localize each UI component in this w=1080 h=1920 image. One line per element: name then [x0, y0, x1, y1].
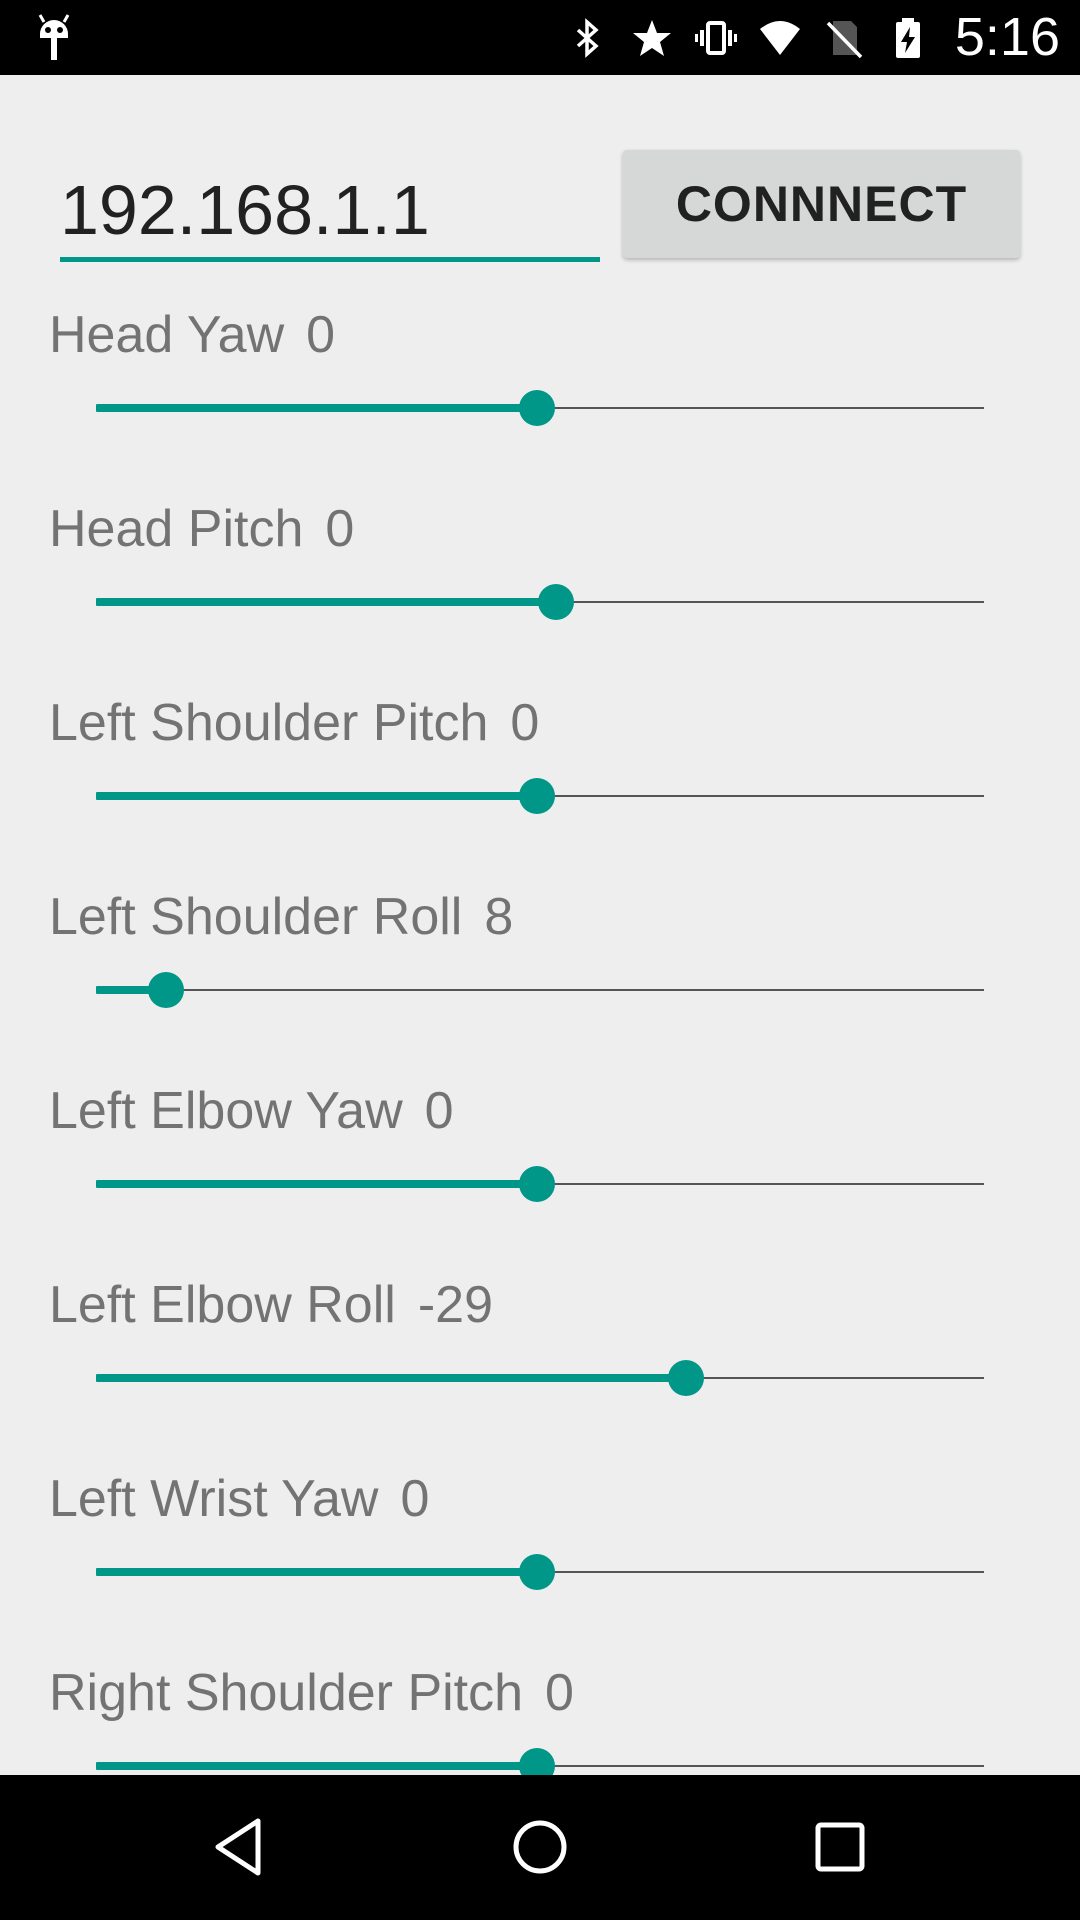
- no-sim-icon: [826, 20, 863, 58]
- home-icon[interactable]: [500, 1807, 580, 1887]
- slider-thumb[interactable]: [148, 972, 184, 1008]
- slider-thumb[interactable]: [519, 390, 555, 426]
- joint-label: Head Pitch 0: [49, 494, 354, 564]
- joint-name: Head Yaw: [49, 306, 285, 364]
- joint-label: Left Elbow Roll -29: [49, 1270, 493, 1340]
- clock: 5:16: [954, 7, 1060, 67]
- joint-name: Right Shoulder Pitch: [49, 1664, 524, 1722]
- joint-name: Left Elbow Yaw: [49, 1082, 403, 1140]
- slider-thumb[interactable]: [519, 778, 555, 814]
- slider-thumb[interactable]: [668, 1360, 704, 1396]
- joint-label: Left Elbow Yaw 0: [49, 1076, 454, 1146]
- back-icon[interactable]: [200, 1807, 280, 1887]
- ip-address-input[interactable]: [60, 165, 600, 255]
- joint-row: Left Shoulder Roll 8: [0, 882, 1080, 1076]
- joint-name: Head Pitch: [49, 500, 304, 558]
- joint-slider[interactable]: [96, 388, 984, 428]
- ip-input-underline: [60, 257, 600, 262]
- joint-slider[interactable]: [96, 776, 984, 816]
- joint-slider[interactable]: [96, 1358, 984, 1398]
- slider-fill: [96, 1762, 537, 1770]
- joint-value: 0: [510, 694, 540, 752]
- slider-thumb[interactable]: [519, 1166, 555, 1202]
- joint-row: Left Elbow Yaw 0: [0, 1076, 1080, 1270]
- joint-slider[interactable]: [96, 970, 984, 1010]
- joint-slider[interactable]: [96, 582, 984, 622]
- joint-row: Right Shoulder Pitch 0: [0, 1658, 1080, 1775]
- slider-fill: [96, 792, 537, 800]
- recents-icon[interactable]: [800, 1807, 880, 1887]
- joint-label: Left Wrist Yaw 0: [49, 1464, 429, 1534]
- connect-button[interactable]: CONNNECT: [623, 150, 1020, 258]
- slider-thumb[interactable]: [519, 1554, 555, 1590]
- vibrate-icon: [694, 20, 737, 55]
- joint-slider[interactable]: [96, 1746, 984, 1775]
- joint-name: Left Shoulder Roll: [49, 888, 463, 946]
- navigation-bar: [0, 1775, 1080, 1920]
- ip-field-wrapper: [60, 165, 600, 265]
- joint-row: Head Yaw 0: [0, 300, 1080, 494]
- wifi-icon: [759, 20, 800, 55]
- joint-row: Left Elbow Roll -29: [0, 1270, 1080, 1464]
- joint-value: 0: [400, 1470, 430, 1528]
- joint-label: Right Shoulder Pitch 0: [49, 1658, 574, 1728]
- joint-value: -29: [417, 1276, 493, 1334]
- slider-fill: [96, 1374, 686, 1382]
- joint-slider[interactable]: [96, 1164, 984, 1204]
- slider-fill: [96, 1180, 537, 1188]
- slider-fill: [96, 1568, 537, 1576]
- joint-name: Left Shoulder Pitch: [49, 694, 489, 752]
- android-debug-icon: [38, 14, 70, 60]
- joint-value: 0: [545, 1664, 574, 1722]
- joint-slider[interactable]: [96, 1552, 984, 1592]
- bluetooth-icon: [576, 17, 599, 58]
- slider-track: [96, 989, 984, 991]
- main-content: CONNNECT Head Yaw0Head Pitch0Left Should…: [0, 75, 1080, 1775]
- slider-thumb[interactable]: [538, 584, 574, 620]
- joint-row: Left Shoulder Pitch 0: [0, 688, 1080, 882]
- star-icon: [632, 19, 671, 56]
- status-bar: 5:16: [0, 0, 1080, 75]
- joint-value: 0: [424, 1082, 454, 1140]
- joint-value: 0: [325, 500, 355, 558]
- joint-label: Left Shoulder Roll 8: [49, 882, 513, 952]
- joint-value: 0: [306, 306, 336, 364]
- joint-row: Head Pitch 0: [0, 494, 1080, 688]
- joint-value: 8: [484, 888, 514, 946]
- joint-label: Left Shoulder Pitch 0: [49, 688, 539, 758]
- slider-fill: [96, 598, 556, 606]
- joint-row: Left Wrist Yaw 0: [0, 1464, 1080, 1658]
- joint-label: Head Yaw 0: [49, 300, 335, 370]
- slider-thumb[interactable]: [519, 1748, 555, 1775]
- joint-name: Left Wrist Yaw: [49, 1470, 379, 1528]
- joint-name: Left Elbow Roll: [49, 1276, 396, 1334]
- slider-fill: [96, 404, 537, 412]
- battery-charging-icon: [895, 17, 920, 58]
